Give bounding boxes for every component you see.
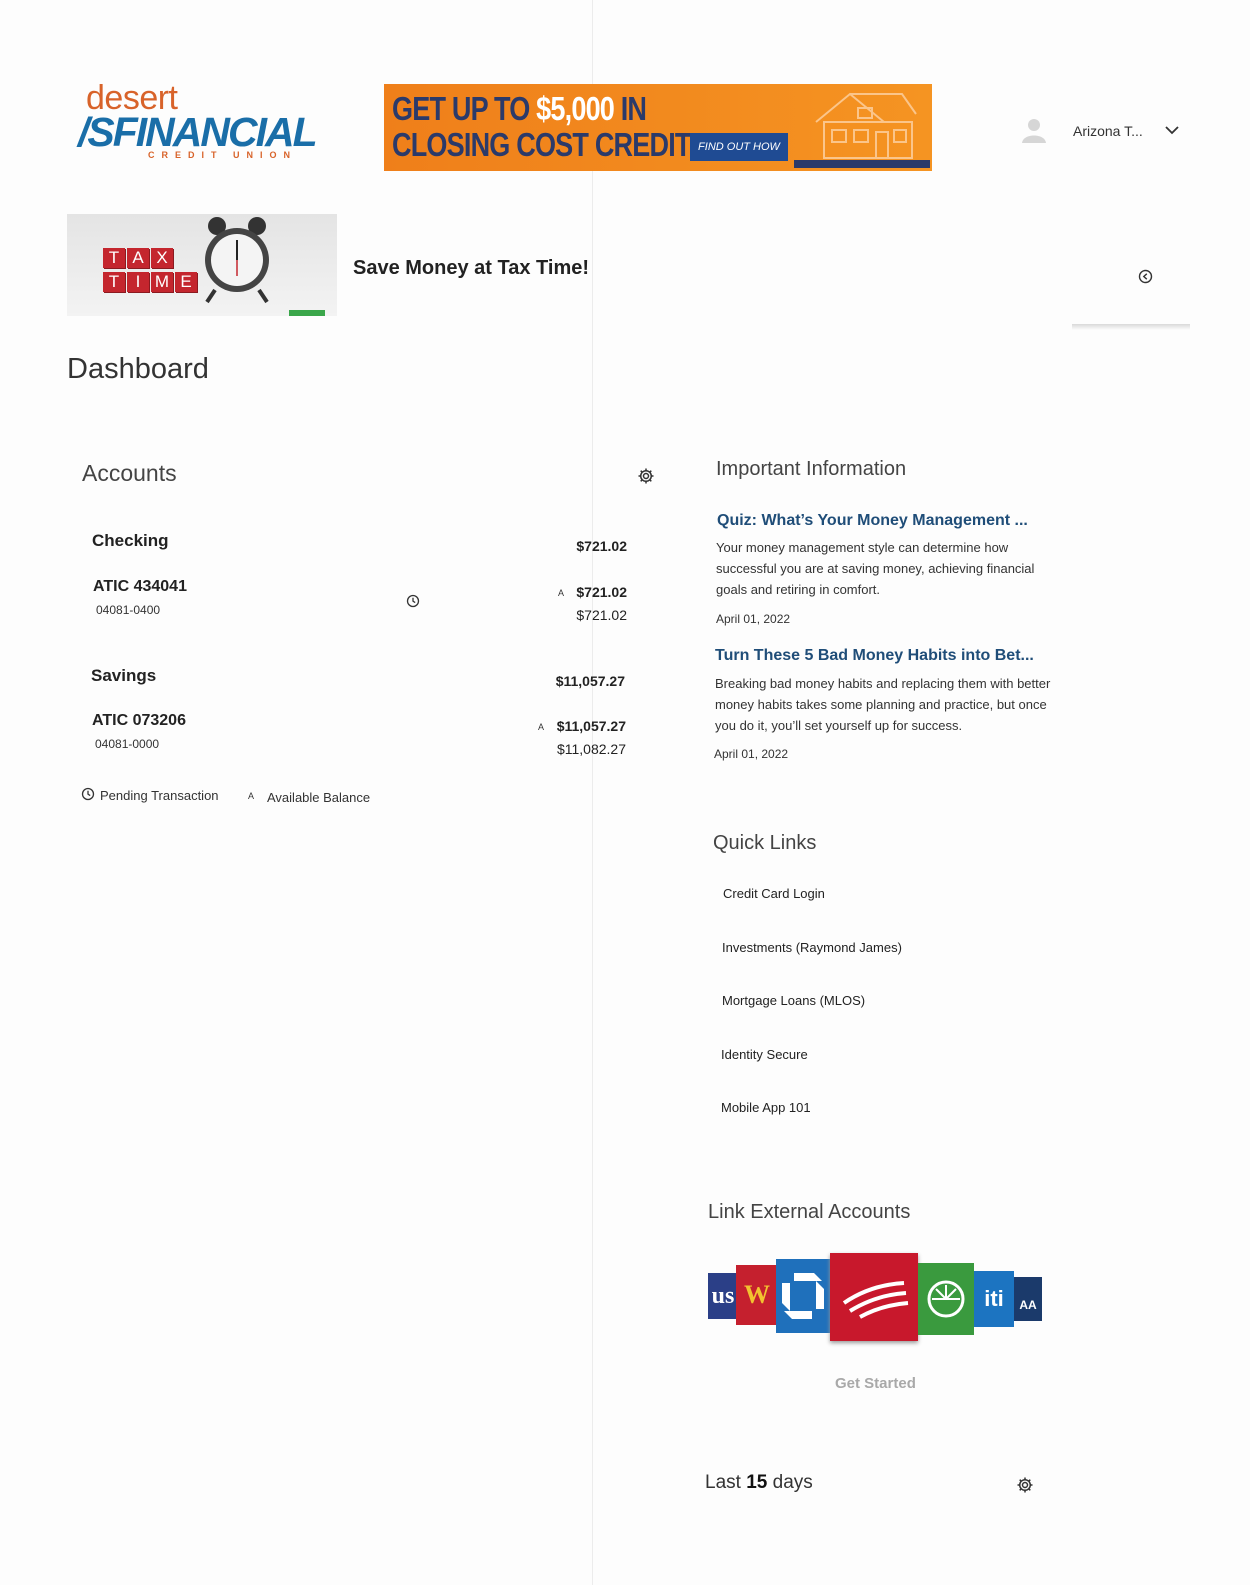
- article-date: April 01, 2022: [714, 747, 789, 761]
- user-avatar-icon[interactable]: [1020, 117, 1048, 143]
- quick-link-identity-secure[interactable]: Identity Secure: [721, 1047, 808, 1062]
- house-icon: [815, 92, 917, 159]
- last-days-settings-gear-icon[interactable]: [1016, 1476, 1034, 1494]
- link-external-accounts-title: Link External Accounts: [708, 1201, 911, 1223]
- quick-link-credit-card-login[interactable]: Credit Card Login: [723, 886, 825, 901]
- chase-octagon-icon: [782, 1273, 824, 1319]
- us-bank-logo: us: [708, 1273, 738, 1319]
- chase-logo: [776, 1259, 830, 1333]
- bank-logos-graphic[interactable]: us W iti AA: [708, 1253, 1044, 1345]
- tax-banner-title[interactable]: Save Money at Tax Time!: [353, 257, 589, 280]
- collapse-banner-icon[interactable]: [1138, 269, 1153, 284]
- legend-available-label: Available Balance: [267, 790, 371, 805]
- wells-fargo-logo: W: [736, 1265, 778, 1325]
- article-title-link[interactable]: Turn These 5 Bad Money Habits into Bet..…: [715, 647, 1034, 665]
- available-balance: $11,057.27: [556, 718, 626, 734]
- important-info-title: Important Information: [716, 458, 907, 480]
- article-title-link[interactable]: Quiz: What’s Your Money Management ...: [717, 512, 1028, 530]
- alarm-clock-icon: [205, 217, 269, 304]
- quick-link-mortgage-loans[interactable]: Mortgage Loans (MLOS): [722, 993, 865, 1008]
- flag-stripes-icon: [842, 1281, 909, 1319]
- get-started-button[interactable]: Get Started: [835, 1375, 916, 1392]
- accounts-title: Accounts: [82, 460, 177, 486]
- account-number: 04081-0400: [96, 603, 161, 617]
- quick-links-title: Quick Links: [713, 832, 817, 854]
- current-balance: $11,082.27: [556, 741, 626, 757]
- account-name[interactable]: ATIC 434041: [93, 578, 187, 596]
- article-date: April 01, 2022: [716, 612, 791, 626]
- pending-transaction-clock-icon[interactable]: [406, 594, 420, 608]
- accounts-settings-gear-icon[interactable]: [637, 467, 655, 485]
- fidelity-logo: [918, 1263, 974, 1335]
- quick-link-mobile-app[interactable]: Mobile App 101: [721, 1100, 811, 1115]
- tax-time-banner-image[interactable]: T A X T I M E: [67, 214, 337, 316]
- checking-total: $721.02: [576, 538, 627, 554]
- usaa-logo: AA: [1014, 1277, 1042, 1321]
- legend-available-marker: A: [248, 791, 255, 801]
- available-balance: $721.02: [576, 584, 627, 600]
- article-summary: Breaking bad money habits and replacing …: [715, 676, 1051, 733]
- savings-total: $11,057.27: [555, 673, 625, 689]
- banner-shadow: [1072, 324, 1190, 330]
- desert-financial-logo[interactable]: desert /SFINANCIAL CREDIT UNION: [78, 80, 318, 165]
- page-title: Dashboard: [67, 353, 209, 385]
- scan-divider: [592, 0, 593, 1585]
- quick-link-investments[interactable]: Investments (Raymond James): [722, 940, 902, 955]
- article-summary: Your money management style can determin…: [716, 540, 1035, 597]
- last-days-title: Last 15 days: [705, 1472, 813, 1493]
- user-menu-name[interactable]: Arizona T...: [1073, 123, 1143, 139]
- find-out-how-button[interactable]: FIND OUT HOW: [690, 133, 788, 161]
- legend-pending-label: Pending Transaction: [100, 788, 219, 803]
- account-group-checking[interactable]: Checking: [92, 531, 169, 551]
- citi-logo: iti: [974, 1271, 1014, 1327]
- account-group-savings[interactable]: Savings: [91, 666, 156, 686]
- current-balance: $721.02: [576, 607, 627, 623]
- account-name[interactable]: ATIC 073206: [92, 712, 186, 730]
- pending-legend-clock-icon: [81, 787, 95, 801]
- sunburst-icon: [927, 1280, 965, 1318]
- bank-of-america-logo: [830, 1253, 918, 1341]
- account-number: 04081-0000: [95, 737, 160, 751]
- banner-green-strip: [289, 310, 325, 316]
- promo-banner[interactable]: GET UP TO $5,000 IN CLOSING COST CREDIT!…: [384, 84, 932, 171]
- chevron-down-icon[interactable]: [1164, 123, 1180, 137]
- promo-fine-print: [794, 160, 930, 168]
